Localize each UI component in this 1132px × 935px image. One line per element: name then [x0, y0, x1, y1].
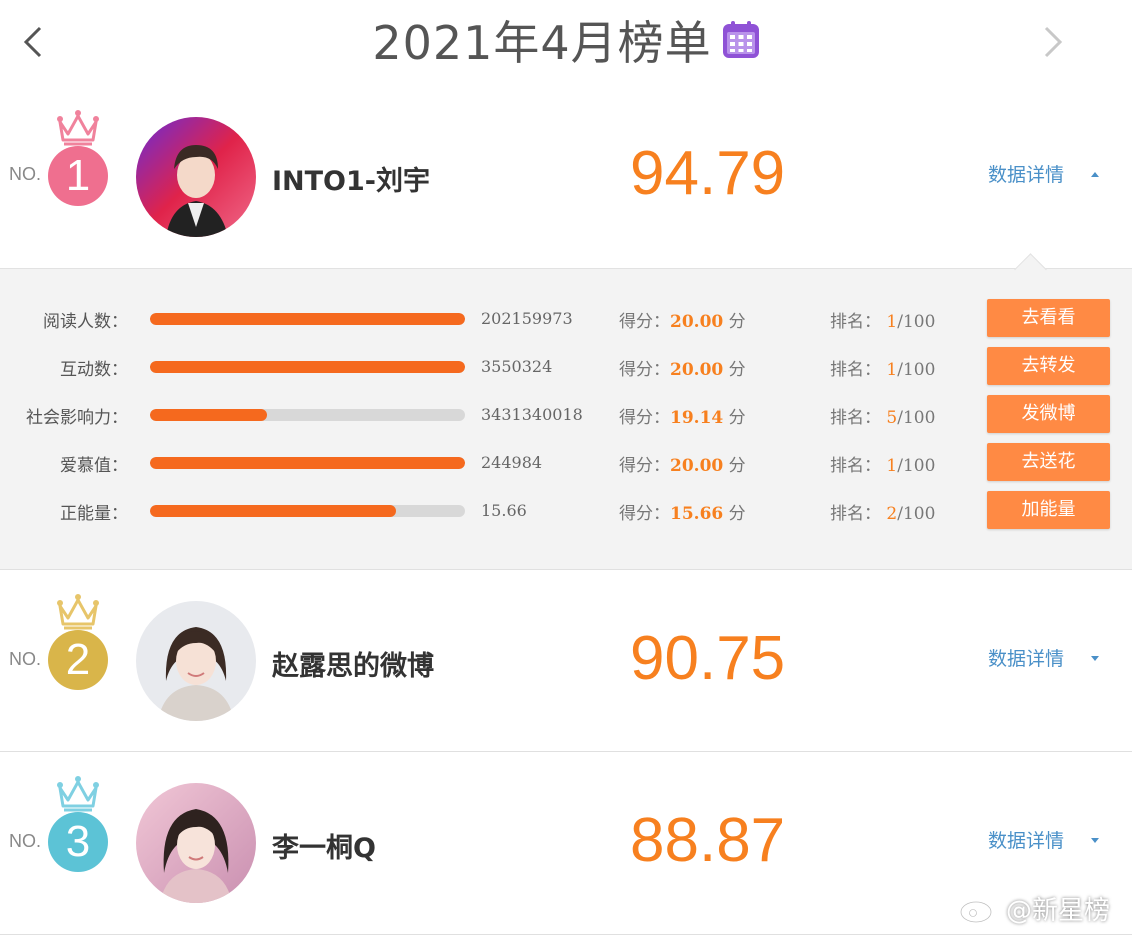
- action-button-repost[interactable]: 去转发: [987, 347, 1110, 385]
- action-button-flowers[interactable]: 去送花: [987, 443, 1110, 481]
- chevron-right-icon: [1044, 26, 1063, 58]
- watermark-text: @新星榜: [1006, 895, 1111, 926]
- metric-score: 得分：20.00 分: [619, 456, 746, 476]
- metric-rank: 排名： 1/100: [830, 456, 936, 476]
- metric-row: 正能量： 15.66 得分：15.66 分 排名： 2/100 加能量: [0, 491, 1132, 531]
- metric-bar: [150, 505, 465, 517]
- metric-value: 244984: [481, 453, 543, 472]
- crown-icon: [57, 594, 99, 630]
- rank-prefix: NO.: [9, 649, 42, 669]
- rank-prefix: NO.: [9, 164, 42, 184]
- calendar-icon[interactable]: [722, 21, 760, 59]
- metric-rank: 排名： 2/100: [830, 504, 936, 524]
- metric-rank: 排名： 1/100: [830, 360, 936, 380]
- action-button-post[interactable]: 发微博: [987, 395, 1110, 433]
- header: 2021年4月榜单: [0, 0, 1132, 87]
- next-month-button[interactable]: [1034, 22, 1074, 62]
- data-details-toggle[interactable]: 数据详情: [988, 644, 1064, 671]
- data-details-toggle[interactable]: 数据详情: [988, 826, 1064, 853]
- rank-badge: 1: [48, 146, 108, 206]
- watermark: @新星榜: [958, 886, 1110, 930]
- metric-value: 15.66: [481, 501, 527, 520]
- weibo-logo-icon: [959, 895, 998, 924]
- avatar[interactable]: [136, 783, 256, 903]
- ranking-entry-2: NO. 2 赵露思的微博 90.75 数据详情: [0, 569, 1132, 752]
- metric-score: 得分：15.66 分: [619, 504, 746, 524]
- metric-bar-fill: [150, 505, 396, 517]
- data-details-toggle[interactable]: 数据详情: [988, 160, 1064, 187]
- caret-up-icon[interactable]: [1090, 170, 1100, 178]
- action-button-energy[interactable]: 加能量: [987, 491, 1110, 529]
- crown-icon: [57, 110, 99, 146]
- total-score: 88.87: [630, 806, 786, 875]
- metric-label: 社会影响力：: [26, 408, 128, 428]
- avatar[interactable]: [136, 601, 256, 721]
- total-score: 94.79: [630, 139, 786, 208]
- metric-label: 阅读人数：: [43, 312, 128, 332]
- rank-badge: 2: [48, 630, 108, 690]
- metric-bar-fill: [150, 361, 465, 373]
- metric-value: 3550324: [481, 357, 553, 376]
- metric-bar: [150, 313, 465, 325]
- metric-rank: 排名： 5/100: [830, 408, 936, 428]
- metric-value: 202159973: [481, 309, 573, 328]
- crown-icon: [57, 776, 99, 812]
- metric-bar-fill: [150, 313, 465, 325]
- caret-down-icon[interactable]: [1090, 836, 1100, 844]
- artist-name[interactable]: INTO1-刘宇: [272, 159, 430, 198]
- total-score: 90.75: [630, 624, 786, 693]
- metric-row: 阅读人数： 202159973 得分：20.00 分 排名： 1/100 去看看: [0, 299, 1132, 339]
- caret-down-icon[interactable]: [1090, 654, 1100, 662]
- metric-value: 3431340018: [481, 405, 583, 424]
- metric-score: 得分：20.00 分: [619, 360, 746, 380]
- metric-bar-fill: [150, 409, 267, 421]
- metric-label: 正能量：: [60, 504, 128, 524]
- metric-bar: [150, 457, 465, 469]
- metric-row: 爱慕值： 244984 得分：20.00 分 排名： 1/100 去送花: [0, 443, 1132, 483]
- ranking-entry-1: NO. 1 INTO1-刘宇 94.79 数据详情: [0, 86, 1132, 268]
- metric-row: 互动数： 3550324 得分：20.00 分 排名： 1/100 去转发: [0, 347, 1132, 387]
- metric-row: 社会影响力： 3431340018 得分：19.14 分 排名： 5/100 发…: [0, 395, 1132, 435]
- rank-badge: 3: [48, 812, 108, 872]
- metric-rank: 排名： 1/100: [830, 312, 936, 332]
- action-button-view[interactable]: 去看看: [987, 299, 1110, 337]
- metric-bar: [150, 361, 465, 373]
- artist-name[interactable]: 李一桐Q: [272, 826, 376, 865]
- data-details-panel: 阅读人数： 202159973 得分：20.00 分 排名： 1/100 去看看…: [0, 253, 1132, 570]
- metric-bar: [150, 409, 465, 421]
- metric-label: 爱慕值：: [60, 456, 128, 476]
- metric-score: 得分：20.00 分: [619, 312, 746, 332]
- avatar[interactable]: [136, 117, 256, 237]
- metric-score: 得分：19.14 分: [619, 408, 746, 428]
- rank-prefix: NO.: [9, 831, 42, 851]
- metric-bar-fill: [150, 457, 465, 469]
- artist-name[interactable]: 赵露思的微博: [272, 644, 434, 683]
- page-title: 2021年4月榜单: [372, 16, 712, 70]
- metric-label: 互动数：: [60, 360, 128, 380]
